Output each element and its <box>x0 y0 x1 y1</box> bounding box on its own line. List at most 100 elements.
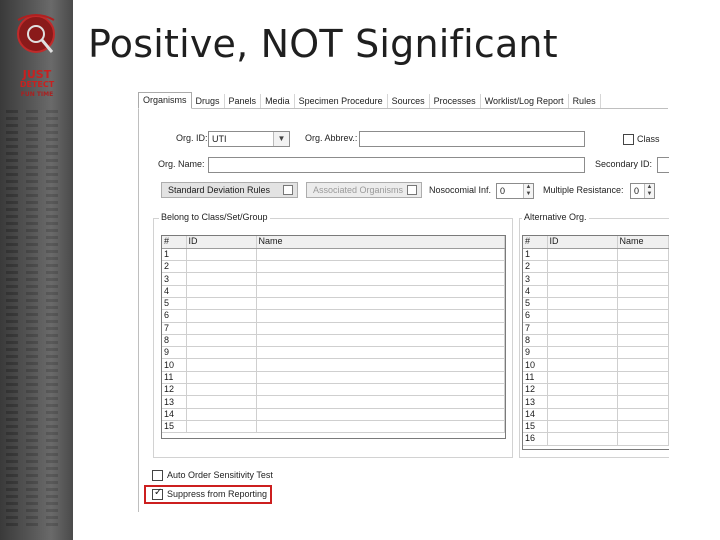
column-header[interactable]: ID <box>547 236 618 249</box>
tab-drugs[interactable]: Drugs <box>192 94 225 108</box>
table-row[interactable]: 13 <box>162 395 505 409</box>
id-cell[interactable] <box>186 309 257 323</box>
name-cell[interactable] <box>617 248 669 262</box>
name-cell[interactable] <box>617 371 669 385</box>
id-cell[interactable] <box>547 309 618 323</box>
id-cell[interactable] <box>186 395 257 409</box>
column-header[interactable]: # <box>523 236 548 249</box>
table-row[interactable]: 12 <box>523 383 669 397</box>
table-row[interactable]: 7 <box>162 322 505 335</box>
table-row[interactable]: 3 <box>523 272 669 286</box>
name-cell[interactable] <box>617 334 669 348</box>
chevron-down-icon[interactable]: ▼ <box>273 132 289 146</box>
table-row[interactable]: 11 <box>523 371 669 385</box>
tab-worklist-log-report[interactable]: Worklist/Log Report <box>481 94 569 108</box>
table-row[interactable]: 3 <box>162 272 505 286</box>
id-cell[interactable] <box>186 260 257 274</box>
id-cell[interactable] <box>186 297 257 311</box>
table-row[interactable]: 6 <box>162 309 505 323</box>
name-cell[interactable] <box>617 297 669 311</box>
table-row[interactable]: 15 <box>162 420 505 434</box>
name-cell[interactable] <box>617 395 669 409</box>
id-cell[interactable] <box>186 322 257 335</box>
id-cell[interactable] <box>547 432 618 446</box>
column-header[interactable]: # <box>162 236 187 249</box>
name-cell[interactable] <box>256 297 505 311</box>
name-cell[interactable] <box>617 285 669 298</box>
id-cell[interactable] <box>186 383 257 397</box>
id-cell[interactable] <box>186 408 257 421</box>
table-row[interactable]: 6 <box>523 309 669 323</box>
tab-rules[interactable]: Rules <box>569 94 601 108</box>
name-cell[interactable] <box>617 432 669 446</box>
org-name-input[interactable] <box>208 157 585 173</box>
class-checkbox[interactable] <box>623 134 634 145</box>
name-cell[interactable] <box>617 420 669 434</box>
tab-specimen-procedure[interactable]: Specimen Procedure <box>295 94 388 108</box>
belong-group-grid[interactable]: # ID Name 1 2 3 4 5 6 7 8 9 10 11 12 13 14 15 <box>161 235 506 439</box>
name-cell[interactable] <box>256 408 505 421</box>
id-cell[interactable] <box>547 371 618 385</box>
tab-organisms[interactable]: Organisms <box>138 92 192 109</box>
name-cell[interactable] <box>256 248 505 262</box>
id-cell[interactable] <box>547 334 618 348</box>
id-cell[interactable] <box>547 272 618 286</box>
nosocomial-stepper[interactable]: 0 ▲ ▼ <box>496 183 534 199</box>
name-cell[interactable] <box>617 383 669 397</box>
name-cell[interactable] <box>256 272 505 286</box>
spin-arrows-icon[interactable]: ▲ ▼ <box>523 184 533 198</box>
table-row[interactable]: 9 <box>162 346 505 360</box>
name-cell[interactable] <box>256 334 505 348</box>
name-cell[interactable] <box>256 285 505 298</box>
name-cell[interactable] <box>256 383 505 397</box>
table-row[interactable]: 16 <box>523 432 669 446</box>
name-cell[interactable] <box>617 260 669 274</box>
name-cell[interactable] <box>617 408 669 421</box>
id-cell[interactable] <box>186 346 257 360</box>
table-row[interactable]: 1 <box>162 248 505 262</box>
name-cell[interactable] <box>256 309 505 323</box>
table-row[interactable]: 9 <box>523 346 669 360</box>
id-cell[interactable] <box>547 285 618 298</box>
table-row[interactable]: 14 <box>162 408 505 421</box>
standard-deviation-rules-button[interactable]: Standard Deviation Rules <box>161 182 298 198</box>
table-row[interactable]: 14 <box>523 408 669 421</box>
name-cell[interactable] <box>256 358 505 372</box>
name-cell[interactable] <box>617 346 669 360</box>
id-cell[interactable] <box>547 408 618 421</box>
tab-processes[interactable]: Processes <box>430 94 481 108</box>
auto-order-checkbox[interactable] <box>152 470 163 481</box>
associated-organisms-button[interactable]: Associated Organisms <box>306 182 422 198</box>
id-cell[interactable] <box>547 322 618 335</box>
name-cell[interactable] <box>617 358 669 372</box>
id-cell[interactable] <box>186 334 257 348</box>
id-cell[interactable] <box>547 383 618 397</box>
table-row[interactable]: 5 <box>162 297 505 311</box>
id-cell[interactable] <box>547 420 618 434</box>
name-cell[interactable] <box>256 322 505 335</box>
id-cell[interactable] <box>186 371 257 385</box>
column-header[interactable]: Name <box>256 236 505 249</box>
secondary-id-input[interactable] <box>657 157 669 173</box>
name-cell[interactable] <box>256 260 505 274</box>
id-cell[interactable] <box>547 248 618 262</box>
column-header[interactable]: Name <box>617 236 669 249</box>
id-cell[interactable] <box>547 395 618 409</box>
table-row[interactable]: 7 <box>523 322 669 335</box>
org-abbrev-input[interactable] <box>359 131 585 147</box>
table-row[interactable]: 4 <box>162 285 505 298</box>
id-cell[interactable] <box>547 358 618 372</box>
tab-sources[interactable]: Sources <box>388 94 430 108</box>
table-row[interactable]: 10 <box>162 358 505 372</box>
id-cell[interactable] <box>547 297 618 311</box>
id-cell[interactable] <box>547 260 618 274</box>
table-row[interactable]: 12 <box>162 383 505 397</box>
table-row[interactable]: 4 <box>523 285 669 298</box>
spin-arrows-icon[interactable]: ▲ ▼ <box>644 184 654 198</box>
table-row[interactable]: 15 <box>523 420 669 434</box>
tab-panels[interactable]: Panels <box>225 94 262 108</box>
id-cell[interactable] <box>547 346 618 360</box>
table-row[interactable]: 8 <box>162 334 505 348</box>
name-cell[interactable] <box>617 309 669 323</box>
table-row[interactable]: 8 <box>523 334 669 348</box>
